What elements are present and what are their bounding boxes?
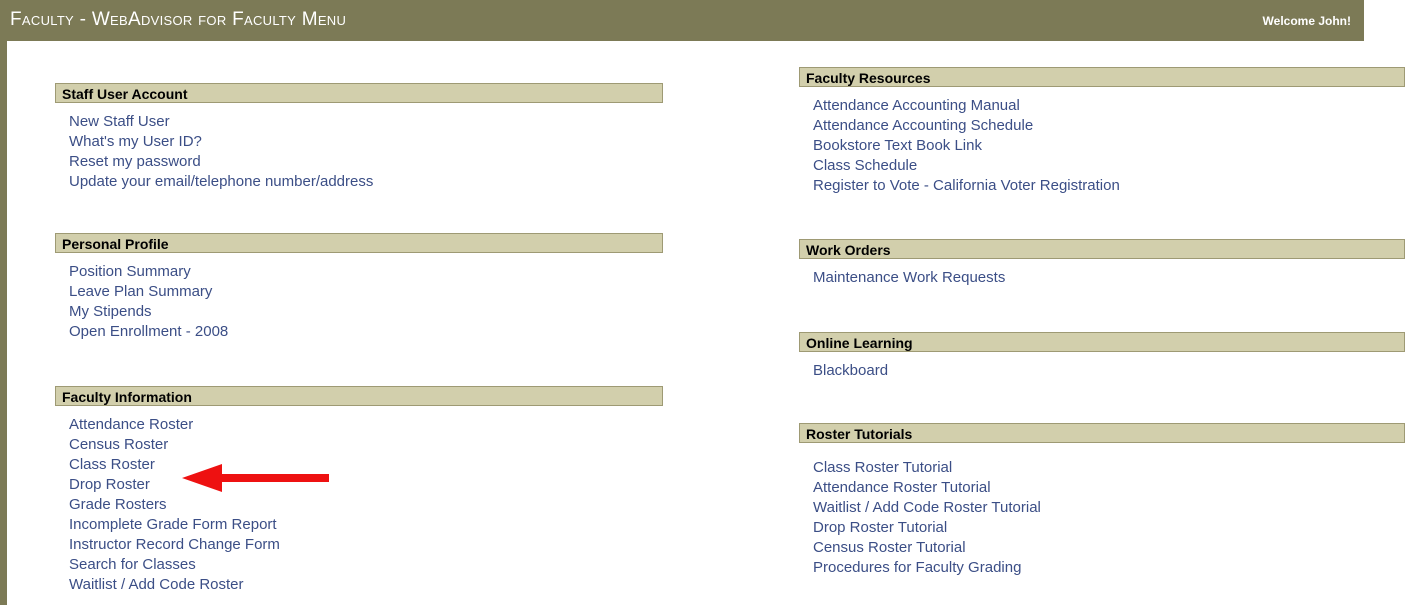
page-header: Faculty - WebAdvisor for Faculty Menu We…: [0, 0, 1364, 41]
section-roster-tutorials: Roster Tutorials Class Roster Tutorial A…: [799, 423, 1405, 578]
section-header: Roster Tutorials: [799, 423, 1405, 443]
link-grade-rosters[interactable]: Grade Rosters: [69, 495, 663, 515]
link-waitlist-add-code-roster[interactable]: Waitlist / Add Code Roster: [69, 575, 663, 595]
section-header: Faculty Resources: [799, 67, 1405, 87]
link-attendance-accounting-manual[interactable]: Attendance Accounting Manual: [813, 96, 1405, 116]
left-border: [0, 41, 7, 605]
section-header: Staff User Account: [55, 83, 663, 103]
section-header: Faculty Information: [55, 386, 663, 406]
link-class-roster[interactable]: Class Roster: [69, 455, 663, 475]
link-open-enrollment[interactable]: Open Enrollment - 2008: [69, 322, 663, 342]
section-work-orders: Work Orders Maintenance Work Requests: [799, 239, 1405, 288]
link-my-stipends[interactable]: My Stipends: [69, 302, 663, 322]
link-register-to-vote[interactable]: Register to Vote - California Voter Regi…: [813, 176, 1405, 196]
section-header: Work Orders: [799, 239, 1405, 259]
link-bookstore-text-book[interactable]: Bookstore Text Book Link: [813, 136, 1405, 156]
red-arrow-annotation: [182, 464, 329, 492]
section-header: Personal Profile: [55, 233, 663, 253]
link-blackboard[interactable]: Blackboard: [813, 361, 1405, 381]
section-faculty-resources: Faculty Resources Attendance Accounting …: [799, 67, 1405, 196]
link-maintenance-work-requests[interactable]: Maintenance Work Requests: [813, 268, 1405, 288]
link-reset-password[interactable]: Reset my password: [69, 152, 663, 172]
link-census-roster[interactable]: Census Roster: [69, 435, 663, 455]
link-drop-roster[interactable]: Drop Roster: [69, 475, 663, 495]
section-online-learning: Online Learning Blackboard: [799, 332, 1405, 381]
section-header: Online Learning: [799, 332, 1405, 352]
link-attendance-roster-tutorial[interactable]: Attendance Roster Tutorial: [813, 478, 1405, 498]
link-attendance-roster[interactable]: Attendance Roster: [69, 415, 663, 435]
link-procedures-faculty-grading[interactable]: Procedures for Faculty Grading: [813, 558, 1405, 578]
link-position-summary[interactable]: Position Summary: [69, 262, 663, 282]
link-incomplete-grade-form-report[interactable]: Incomplete Grade Form Report: [69, 515, 663, 535]
link-attendance-accounting-schedule[interactable]: Attendance Accounting Schedule: [813, 116, 1405, 136]
link-class-roster-tutorial[interactable]: Class Roster Tutorial: [813, 458, 1405, 478]
link-instructor-record-change-form[interactable]: Instructor Record Change Form: [69, 535, 663, 555]
link-drop-roster-tutorial[interactable]: Drop Roster Tutorial: [813, 518, 1405, 538]
arrow-icon: [182, 464, 329, 492]
link-update-contact-info[interactable]: Update your email/telephone number/addre…: [69, 172, 663, 192]
link-census-roster-tutorial[interactable]: Census Roster Tutorial: [813, 538, 1405, 558]
link-search-for-classes[interactable]: Search for Classes: [69, 555, 663, 575]
section-personal-profile: Personal Profile Position Summary Leave …: [55, 233, 663, 342]
link-whats-my-user-id[interactable]: What's my User ID?: [69, 132, 663, 152]
link-waitlist-add-code-roster-tutorial[interactable]: Waitlist / Add Code Roster Tutorial: [813, 498, 1405, 518]
section-faculty-information: Faculty Information Attendance Roster Ce…: [55, 386, 663, 595]
welcome-text: Welcome John!: [1262, 14, 1351, 28]
link-leave-plan-summary[interactable]: Leave Plan Summary: [69, 282, 663, 302]
section-staff-user-account: Staff User Account New Staff User What's…: [55, 83, 663, 192]
link-class-schedule[interactable]: Class Schedule: [813, 156, 1405, 176]
page-title: Faculty - WebAdvisor for Faculty Menu: [10, 9, 347, 30]
link-new-staff-user[interactable]: New Staff User: [69, 112, 663, 132]
